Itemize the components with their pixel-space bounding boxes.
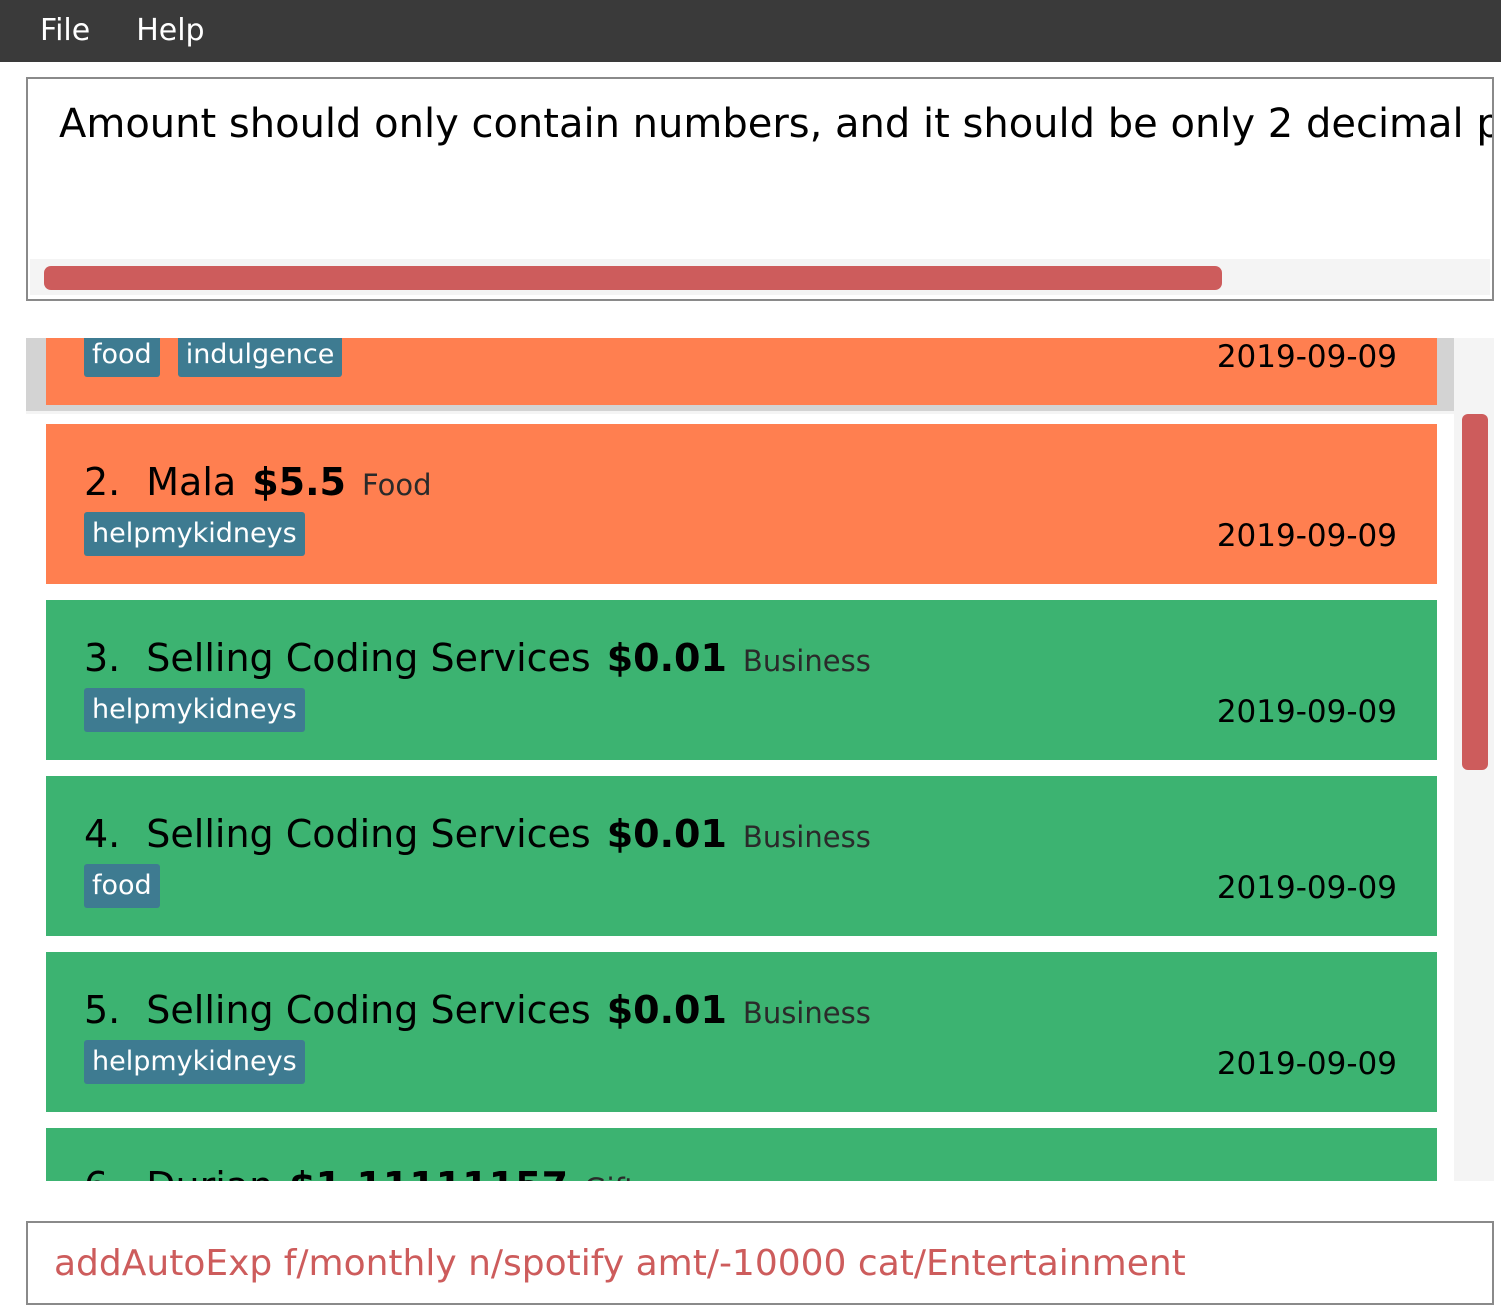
tag-list: helpmykidneys [84, 512, 305, 556]
command-input-box[interactable]: addAutoExp f/monthly n/spotify amt/-1000… [26, 1221, 1494, 1305]
entry-card[interactable]: food indulgence 2019-09-09 [46, 338, 1437, 405]
entry-name: Mala [146, 460, 237, 504]
result-message: Amount should only contain numbers, and … [59, 101, 1494, 147]
tag: food [84, 864, 160, 908]
entry-title-row: 5. Selling Coding Services $0.01 Busines… [84, 988, 871, 1032]
entry-card[interactable]: 6. Durian $1.11111157 Gifts [46, 1128, 1437, 1181]
tag-list: helpmykidneys [84, 1040, 305, 1084]
entry-amount: $0.01 [606, 988, 727, 1032]
command-input[interactable]: addAutoExp f/monthly n/spotify amt/-1000… [54, 1243, 1186, 1284]
entry-category: Business [742, 996, 871, 1030]
tag: helpmykidneys [84, 688, 305, 732]
list-item[interactable]: 6. Durian $1.11111157 Gifts [26, 1118, 1454, 1181]
tag-list: food indulgence [84, 338, 343, 377]
tag: helpmykidneys [84, 1040, 305, 1084]
entry-category: Gifts [584, 1172, 651, 1181]
list-item[interactable]: 3. Selling Coding Services $0.01 Busines… [26, 590, 1454, 766]
entry-card[interactable]: 4. Selling Coding Services $0.01 Busines… [46, 776, 1437, 936]
entry-name: Selling Coding Services [146, 812, 591, 856]
entry-card[interactable]: 3. Selling Coding Services $0.01 Busines… [46, 600, 1437, 760]
entry-date: 2019-09-09 [1216, 518, 1397, 554]
tag-list: food [84, 864, 160, 908]
entry-title-row: 4. Selling Coding Services $0.01 Busines… [84, 812, 871, 856]
entry-index: 5. [84, 988, 121, 1032]
list-item[interactable]: food indulgence 2019-09-09 [26, 338, 1454, 411]
entry-index: 3. [84, 636, 121, 680]
result-horizontal-scrollbar[interactable] [30, 259, 1490, 295]
entry-title-row: 6. Durian $1.11111157 Gifts [84, 1164, 651, 1181]
entry-category: Food [361, 468, 432, 502]
result-display: Amount should only contain numbers, and … [26, 77, 1494, 301]
list-item[interactable]: 2. Mala $5.5 Food helpmykidneys 2019-09-… [26, 414, 1454, 590]
entry-date: 2019-09-09 [1216, 870, 1397, 906]
entry-index: 2. [84, 460, 121, 504]
entry-name: Selling Coding Services [146, 636, 591, 680]
horizontal-scroll-thumb[interactable] [44, 266, 1222, 290]
menu-help[interactable]: Help [113, 0, 227, 62]
entry-amount: $0.01 [606, 812, 727, 856]
entry-category: Business [742, 820, 871, 854]
entry-date: 2019-09-09 [1216, 694, 1397, 730]
entry-category: Business [742, 644, 871, 678]
entry-title-row: 3. Selling Coding Services $0.01 Busines… [84, 636, 871, 680]
entry-index: 6. [84, 1164, 120, 1181]
tag-list: helpmykidneys [84, 688, 305, 732]
entry-list-panel: food indulgence 2019-09-09 2. Mala $5.5 … [26, 338, 1494, 1181]
entry-title-row: 2. Mala $5.5 Food [84, 460, 432, 504]
entry-date: 2019-09-09 [1216, 339, 1397, 375]
entry-index: 4. [84, 812, 121, 856]
tag: food [84, 338, 160, 377]
list-vertical-scroll-thumb[interactable] [1462, 414, 1488, 770]
entry-card[interactable]: 2. Mala $5.5 Food helpmykidneys 2019-09-… [46, 424, 1437, 584]
entry-card[interactable]: 5. Selling Coding Services $0.01 Busines… [46, 952, 1437, 1112]
entry-name: Selling Coding Services [146, 988, 591, 1032]
entry-list: food indulgence 2019-09-09 2. Mala $5.5 … [26, 338, 1454, 1181]
entry-amount: $1.11111157 [289, 1164, 568, 1181]
entry-amount: $5.5 [252, 460, 346, 504]
menu-bar: File Help [0, 0, 1501, 62]
list-item[interactable]: 5. Selling Coding Services $0.01 Busines… [26, 942, 1454, 1118]
tag: indulgence [177, 338, 343, 377]
menu-file[interactable]: File [0, 0, 113, 62]
list-item[interactable]: 4. Selling Coding Services $0.01 Busines… [26, 766, 1454, 942]
entry-name: Durian [146, 1164, 273, 1181]
entry-date: 2019-09-09 [1216, 1046, 1397, 1082]
tag: helpmykidneys [84, 512, 305, 556]
entry-amount: $0.01 [606, 636, 727, 680]
